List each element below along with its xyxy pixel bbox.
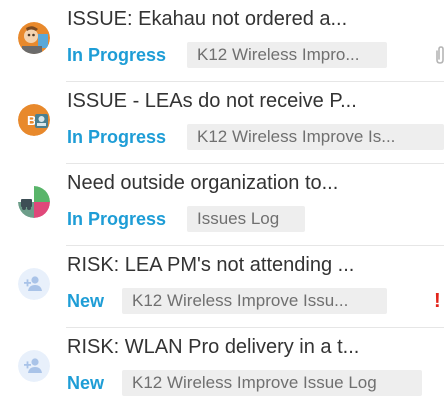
- issue-title[interactable]: ISSUE: Ekahau not ordered a...: [67, 6, 439, 32]
- list-item[interactable]: Need outside organization to... In Progr…: [0, 164, 444, 246]
- issue-list: ISSUE: Ekahau not ordered a... In Progre…: [0, 0, 444, 410]
- project-tag[interactable]: K12 Wireless Improve Issu...: [122, 288, 387, 314]
- user-avatar: [18, 22, 50, 54]
- project-tag[interactable]: Issues Log: [187, 206, 305, 232]
- project-tag[interactable]: K12 Wireless Improve Is...: [187, 124, 444, 150]
- list-item[interactable]: RISK: LEA PM's not attending ... New K12…: [0, 246, 444, 328]
- status-label: In Progress: [67, 127, 167, 147]
- issue-title[interactable]: RISK: LEA PM's not attending ...: [67, 252, 439, 278]
- group-avatar-icon: [18, 186, 50, 218]
- issue-title[interactable]: ISSUE - LEAs do not receive P...: [67, 88, 439, 114]
- status-label: In Progress: [67, 209, 167, 229]
- issue-title[interactable]: Need outside organization to...: [67, 170, 439, 196]
- avatar-initial: B: [27, 113, 36, 128]
- paperclip-icon: [434, 45, 444, 65]
- user-avatar: [18, 186, 50, 218]
- list-item[interactable]: ISSUE: Ekahau not ordered a... In Progre…: [0, 0, 444, 82]
- unassigned-user-icon: [18, 350, 50, 382]
- user-avatar: B: [18, 104, 50, 136]
- project-tag[interactable]: K12 Wireless Improve Issue Log: [122, 370, 422, 396]
- issue-title[interactable]: RISK: WLAN Pro delivery in a t...: [67, 334, 439, 360]
- exclamation-icon: !: [434, 290, 441, 312]
- initial-avatar-icon: B: [18, 104, 50, 136]
- status-label: New: [67, 373, 105, 393]
- status-label: In Progress: [67, 45, 167, 65]
- photo-avatar-icon: [18, 22, 50, 54]
- list-item[interactable]: B ISSUE - LEAs do not receive P... In Pr…: [0, 82, 444, 164]
- list-item[interactable]: RISK: WLAN Pro delivery in a t... New K1…: [0, 328, 444, 410]
- project-tag[interactable]: K12 Wireless Impro...: [187, 42, 387, 68]
- unassigned-user-icon: [18, 268, 50, 300]
- status-label: New: [67, 291, 105, 311]
